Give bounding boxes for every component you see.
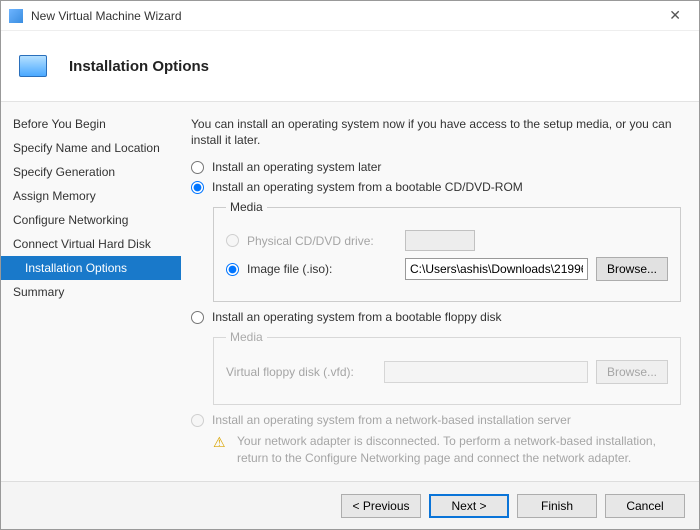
network-warning-text: Your network adapter is disconnected. To…	[237, 433, 681, 465]
sidebar-item-configure-networking[interactable]: Configure Networking	[1, 208, 181, 232]
radio-image-file[interactable]	[226, 263, 239, 276]
physical-drive-label: Physical CD/DVD drive:	[247, 234, 397, 248]
option-install-network-label: Install an operating system from a netwo…	[212, 413, 571, 427]
browse-vfd-button: Browse...	[596, 360, 668, 384]
option-install-cd-label: Install an operating system from a boota…	[212, 180, 523, 194]
image-file-input[interactable]	[405, 258, 588, 280]
option-install-network: Install an operating system from a netwo…	[191, 413, 681, 427]
close-icon[interactable]: ✕	[659, 5, 691, 26]
header-title: Installation Options	[69, 58, 209, 75]
body: Before You Begin Specify Name and Locati…	[1, 102, 699, 481]
wizard-window: New Virtual Machine Wizard ✕ Installatio…	[0, 0, 700, 530]
radio-physical-drive	[226, 234, 239, 247]
media-cd-group: Media Physical CD/DVD drive: Image file …	[213, 200, 681, 302]
warning-icon: ⚠	[213, 433, 229, 447]
sidebar-item-specify-name[interactable]: Specify Name and Location	[1, 136, 181, 160]
sidebar-item-specify-generation[interactable]: Specify Generation	[1, 160, 181, 184]
vfd-input	[384, 361, 588, 383]
content: You can install an operating system now …	[181, 102, 699, 481]
option-install-later-label: Install an operating system later	[212, 160, 381, 174]
media-floppy-legend: Media	[226, 330, 267, 344]
footer: < Previous Next > Finish Cancel	[1, 481, 699, 529]
monitor-icon	[19, 55, 47, 77]
media-cd-legend: Media	[226, 200, 267, 214]
sidebar-item-installation-options[interactable]: Installation Options	[1, 256, 181, 280]
radio-install-network	[191, 414, 204, 427]
option-install-later[interactable]: Install an operating system later	[191, 160, 681, 174]
physical-drive-select	[405, 230, 475, 251]
header: Installation Options	[1, 31, 699, 101]
sidebar-item-connect-vhd[interactable]: Connect Virtual Hard Disk	[1, 232, 181, 256]
previous-button[interactable]: < Previous	[341, 494, 421, 518]
next-button[interactable]: Next >	[429, 494, 509, 518]
network-warning: ⚠ Your network adapter is disconnected. …	[213, 433, 681, 465]
browse-iso-button[interactable]: Browse...	[596, 257, 668, 281]
option-install-cd[interactable]: Install an operating system from a boota…	[191, 180, 681, 194]
sidebar-item-assign-memory[interactable]: Assign Memory	[1, 184, 181, 208]
vfd-label: Virtual floppy disk (.vfd):	[226, 365, 376, 379]
window-title: New Virtual Machine Wizard	[31, 9, 182, 23]
radio-install-cd[interactable]	[191, 181, 204, 194]
row-physical-drive: Physical CD/DVD drive:	[226, 230, 668, 251]
radio-install-later[interactable]	[191, 161, 204, 174]
sidebar-item-summary[interactable]: Summary	[1, 280, 181, 304]
intro-text: You can install an operating system now …	[191, 116, 681, 148]
finish-button[interactable]: Finish	[517, 494, 597, 518]
sidebar: Before You Begin Specify Name and Locati…	[1, 102, 181, 481]
option-install-floppy[interactable]: Install an operating system from a boota…	[191, 310, 681, 324]
radio-install-floppy[interactable]	[191, 311, 204, 324]
option-install-floppy-label: Install an operating system from a boota…	[212, 310, 502, 324]
titlebar: New Virtual Machine Wizard ✕	[1, 1, 699, 31]
media-floppy-group: Media Virtual floppy disk (.vfd): Browse…	[213, 330, 681, 405]
row-vfd: Virtual floppy disk (.vfd): Browse...	[226, 360, 668, 384]
image-file-label: Image file (.iso):	[247, 262, 397, 276]
row-image-file: Image file (.iso): Browse...	[226, 257, 668, 281]
app-icon	[9, 9, 23, 23]
cancel-button[interactable]: Cancel	[605, 494, 685, 518]
sidebar-item-before-you-begin[interactable]: Before You Begin	[1, 112, 181, 136]
